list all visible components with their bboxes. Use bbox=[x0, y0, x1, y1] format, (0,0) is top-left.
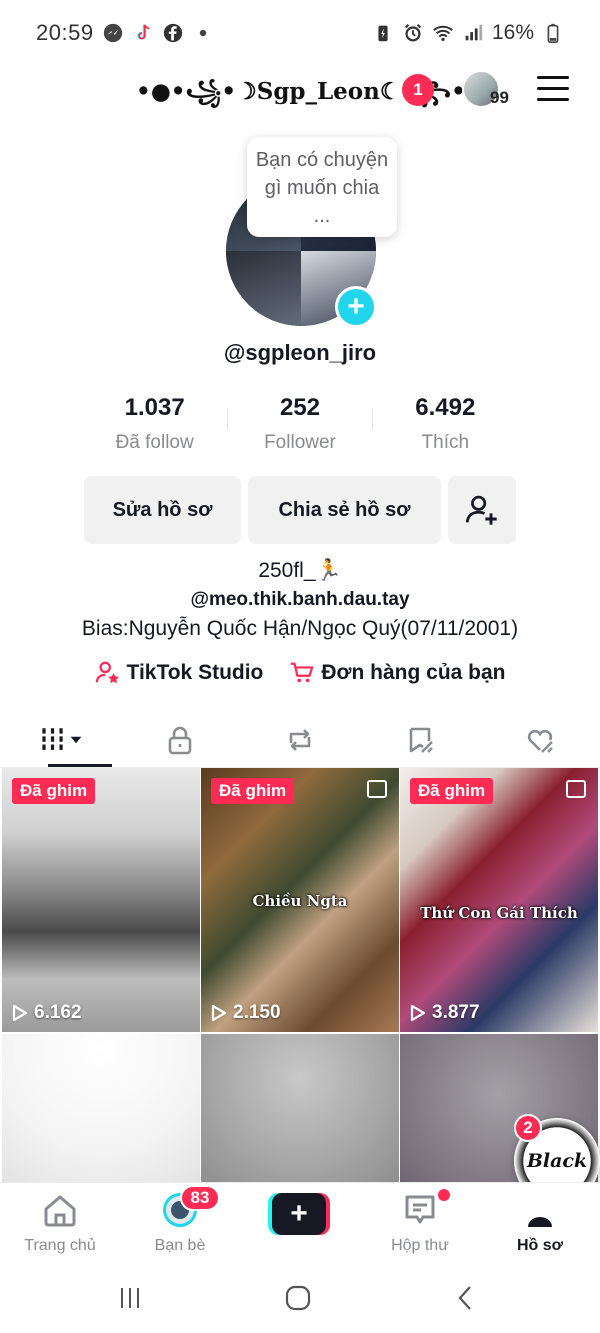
tab-videos[interactable] bbox=[0, 712, 120, 767]
view-count: 3.877 bbox=[410, 1002, 480, 1024]
bio-line: Bias:Nguyễn Quốc Hận/Ngọc Quý(07/11/2001… bbox=[81, 617, 519, 640]
nav-home-label: Trang chủ bbox=[24, 1237, 96, 1254]
edit-profile-button[interactable]: Sửa hồ sơ bbox=[84, 476, 241, 544]
home-icon bbox=[44, 1195, 76, 1227]
signal-icon bbox=[462, 22, 484, 44]
video-thumbnail[interactable]: Đã ghim 6.162 bbox=[2, 768, 200, 1032]
stat-label: Follower bbox=[264, 432, 336, 453]
tiktok-studio-link[interactable]: TikTok Studio bbox=[95, 660, 264, 686]
stat-value: 1.037 bbox=[124, 394, 185, 421]
bio-mention[interactable]: @meo.thik.banh.dau.tay bbox=[0, 589, 600, 611]
view-count-value: 3.877 bbox=[432, 1002, 480, 1023]
play-icon bbox=[12, 1004, 28, 1022]
status-bar: 20:59 16% bbox=[0, 0, 600, 66]
video-caption: Thứ Con Gái Thích bbox=[420, 904, 578, 922]
stat-divider bbox=[227, 408, 228, 430]
inbox-dot bbox=[438, 1189, 450, 1201]
view-count-value: 2.150 bbox=[233, 1002, 281, 1023]
display-name[interactable]: •●•꧁•☽Sgp_Leon☾•꧂•●• bbox=[136, 74, 501, 121]
videos-grid-icon bbox=[42, 727, 82, 752]
add-friend-icon bbox=[466, 495, 497, 525]
tab-private[interactable] bbox=[120, 712, 240, 767]
home-button-icon[interactable] bbox=[278, 1282, 318, 1314]
nav-profile-label: Hồ sơ bbox=[516, 1237, 564, 1254]
view-count: 2.150 bbox=[211, 1002, 281, 1024]
orders-link[interactable]: Đơn hàng của bạn bbox=[289, 660, 506, 686]
stat-value: 252 bbox=[279, 394, 321, 421]
battery-icon bbox=[542, 22, 564, 44]
content-tabs bbox=[0, 712, 600, 768]
active-tab-indicator bbox=[48, 764, 112, 767]
dot-icon bbox=[192, 22, 214, 44]
inbox-icon bbox=[405, 1195, 435, 1224]
recent-apps-icon[interactable] bbox=[110, 1282, 150, 1314]
alarm-icon bbox=[402, 22, 424, 44]
notification-badge[interactable]: 1 bbox=[402, 74, 434, 106]
friends-badge: 83 bbox=[180, 1185, 220, 1211]
tiktok-icon bbox=[132, 22, 154, 44]
play-icon bbox=[211, 1004, 227, 1022]
facebook-icon bbox=[162, 22, 184, 44]
stat-value: 6.492 bbox=[415, 394, 476, 421]
stat-likes[interactable]: 6.492 Thích bbox=[373, 394, 518, 454]
stat-divider bbox=[372, 408, 373, 430]
messenger-icon bbox=[102, 22, 124, 44]
stat-following[interactable]: 1.037 Đã follow bbox=[82, 394, 227, 454]
pinned-badge: Đã ghim bbox=[211, 778, 295, 804]
add-friend-button[interactable] bbox=[448, 476, 516, 544]
nav-inbox[interactable]: Hộp thư bbox=[360, 1191, 480, 1255]
nav-profile[interactable]: Hồ sơ bbox=[480, 1191, 600, 1255]
tiktok-studio-label: TikTok Studio bbox=[126, 661, 264, 684]
battery-saver-icon bbox=[372, 22, 394, 44]
profile-icon bbox=[528, 1217, 552, 1227]
view-count-value: 6.162 bbox=[34, 1002, 82, 1023]
wifi-icon bbox=[432, 22, 454, 44]
favorites-icon bbox=[409, 727, 433, 753]
video-caption: Chiều Ngta bbox=[252, 892, 348, 910]
video-thumbnail[interactable] bbox=[2, 1034, 200, 1184]
photo-carousel-icon bbox=[367, 780, 387, 798]
menu-icon[interactable] bbox=[537, 76, 569, 102]
system-navigation bbox=[0, 1262, 600, 1333]
video-thumbnail[interactable]: Đã ghim Chiều Ngta 2.150 bbox=[201, 768, 399, 1032]
bottom-navigation: Trang chủ Bạn bè 83 + Hộp thư Hồ sơ bbox=[0, 1182, 600, 1262]
note-bubble[interactable]: Bạn có chuyện gì muốn chia ... bbox=[247, 137, 397, 237]
tab-liked[interactable] bbox=[480, 712, 600, 767]
play-icon bbox=[410, 1004, 426, 1022]
plus-icon: + bbox=[272, 1193, 326, 1235]
video-thumbnail[interactable] bbox=[201, 1034, 399, 1184]
add-story-button[interactable]: + bbox=[335, 286, 377, 328]
profile-header: •●•꧁•☽Sgp_Leon☾•꧂•●• bbox=[0, 66, 600, 114]
stat-label: Đã follow bbox=[115, 432, 194, 453]
account-count: 99 bbox=[490, 88, 509, 107]
back-icon[interactable] bbox=[446, 1282, 486, 1314]
pinned-badge: Đã ghim bbox=[12, 778, 96, 804]
nav-home[interactable]: Trang chủ bbox=[0, 1191, 120, 1255]
username: @sgpleon_jiro bbox=[223, 340, 377, 365]
profile-stats: 1.037 Đã follow 252 Follower 6.492 Thích bbox=[82, 394, 518, 454]
create-button[interactable]: + bbox=[268, 1193, 330, 1235]
repost-icon bbox=[289, 728, 311, 751]
share-profile-button[interactable]: Chia sẻ hồ sơ bbox=[248, 476, 441, 544]
orders-label: Đơn hàng của bạn bbox=[321, 661, 506, 684]
liked-icon bbox=[527, 729, 553, 753]
pinned-badge: Đã ghim bbox=[410, 778, 494, 804]
tab-favorites[interactable] bbox=[360, 712, 480, 767]
bio-line: 250fl_🏃 bbox=[258, 559, 342, 582]
stat-followers[interactable]: 252 Follower bbox=[227, 394, 372, 454]
photo-carousel-icon bbox=[566, 780, 586, 798]
view-count: 6.162 bbox=[12, 1002, 82, 1024]
tab-reposts[interactable] bbox=[240, 712, 360, 767]
creator-star-icon bbox=[95, 661, 119, 684]
floating-bubble-badge: 2 bbox=[514, 1114, 542, 1142]
status-time: 20:59 bbox=[36, 20, 94, 45]
stat-label: Thích bbox=[421, 432, 470, 453]
profile-links: TikTok Studio Đơn hàng của bạn bbox=[0, 660, 600, 686]
lock-icon bbox=[168, 726, 192, 754]
cart-icon bbox=[291, 662, 314, 683]
video-thumbnail[interactable]: Đã ghim Thứ Con Gái Thích 3.877 bbox=[400, 768, 598, 1032]
nav-inbox-label: Hộp thư bbox=[391, 1237, 449, 1254]
battery-percent: 16% bbox=[491, 21, 534, 44]
nav-friends-label: Bạn bè bbox=[154, 1237, 206, 1254]
